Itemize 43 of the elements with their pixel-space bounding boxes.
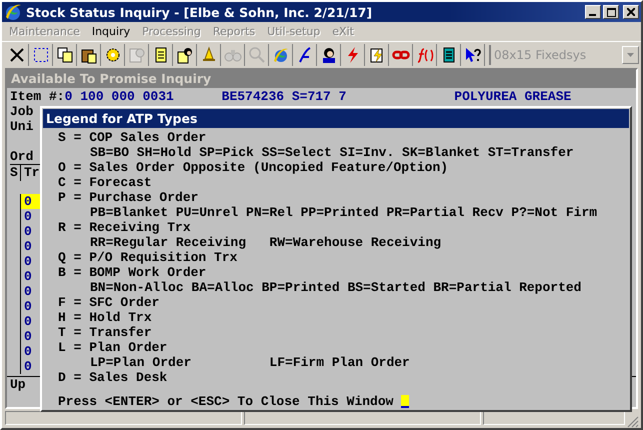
table-cell[interactable]: 0 bbox=[21, 299, 44, 314]
field-label: Item #: bbox=[10, 89, 65, 104]
footer-text: Up bbox=[10, 377, 26, 392]
table-cell[interactable]: 0 bbox=[21, 344, 44, 359]
table-cell[interactable]: 0 bbox=[21, 224, 44, 239]
legend-entry: R = Receiving Trx bbox=[58, 220, 192, 235]
menu-item[interactable]: Inquiry bbox=[92, 25, 130, 38]
legend-entry: L = Plan Order bbox=[58, 340, 168, 355]
legend-detail: SB=BO SH=Hold SP=Pick SS=Select SI=Inv. SK=Blanket ST=Transfer bbox=[89, 145, 575, 160]
field-label: Uni bbox=[10, 119, 34, 134]
table-cell[interactable]: 0 bbox=[21, 209, 44, 224]
table-cell[interactable]: 0 bbox=[21, 269, 44, 284]
table-cell[interactable]: 0 bbox=[21, 254, 44, 269]
legend-detail: PB=Blanket PU=Unrel PN=Rel PP=Printed PR=Partial Recv P?=Not Firm bbox=[89, 205, 598, 220]
table-cell[interactable]: 0 bbox=[21, 314, 44, 329]
section-label: Ord bbox=[10, 149, 34, 164]
dialog-title: Legend for ATP Types bbox=[43, 109, 629, 128]
prompt-text: Press <ENTER> or <ESC> To Close This Window bbox=[58, 394, 394, 409]
column-header: S bbox=[10, 165, 21, 181]
legend-detail: BN=Non-Alloc BA=Alloc BP=Printed BS=Started BR=Partial Reported bbox=[89, 280, 582, 295]
field-label: Job bbox=[10, 104, 34, 119]
column-header: Tr bbox=[23, 165, 40, 181]
legend-entry: P = Purchase Order bbox=[58, 190, 200, 205]
legend-entry: B = BOMP Work Order bbox=[58, 265, 208, 280]
legend-entry: D = Sales Desk bbox=[58, 370, 168, 385]
legend-entry: F = SFC Order bbox=[58, 295, 160, 310]
item-description: POLYUREA GREASE bbox=[454, 89, 572, 104]
legend-entry: T = Transfer bbox=[58, 325, 153, 340]
legend-entry: H = Hold Trx bbox=[58, 310, 153, 325]
table-cell[interactable]: 0 bbox=[21, 284, 44, 299]
table-cell[interactable]: 0 bbox=[21, 239, 44, 254]
legend-entry: O = Sales Order Opposite (Uncopied Feature/Option) bbox=[58, 160, 450, 175]
legend-entry: Q = P/O Requisition Trx bbox=[58, 250, 238, 265]
item-number: 0 100 000 0031 bbox=[64, 89, 174, 104]
table-cell[interactable]: 0 bbox=[21, 329, 44, 344]
legend-entry: S = COP Sales Order bbox=[58, 130, 208, 145]
item-code: BE574236 S=717 7 bbox=[222, 89, 346, 104]
window-title: Stock Status Inquiry - [Elbe & Sohn, Inc. 2/21/17] bbox=[26, 4, 372, 20]
legend-entry: C = Forecast bbox=[58, 175, 153, 190]
table-cell[interactable]: 0 bbox=[21, 359, 44, 374]
legend-detail: RR=Regular Receiving RW=Warehouse Receiving bbox=[89, 235, 442, 250]
legend-detail: LP=Plan Order LF=Firm Plan Order bbox=[89, 355, 411, 370]
panel-title: Available To Promise Inquiry bbox=[7, 70, 636, 88]
